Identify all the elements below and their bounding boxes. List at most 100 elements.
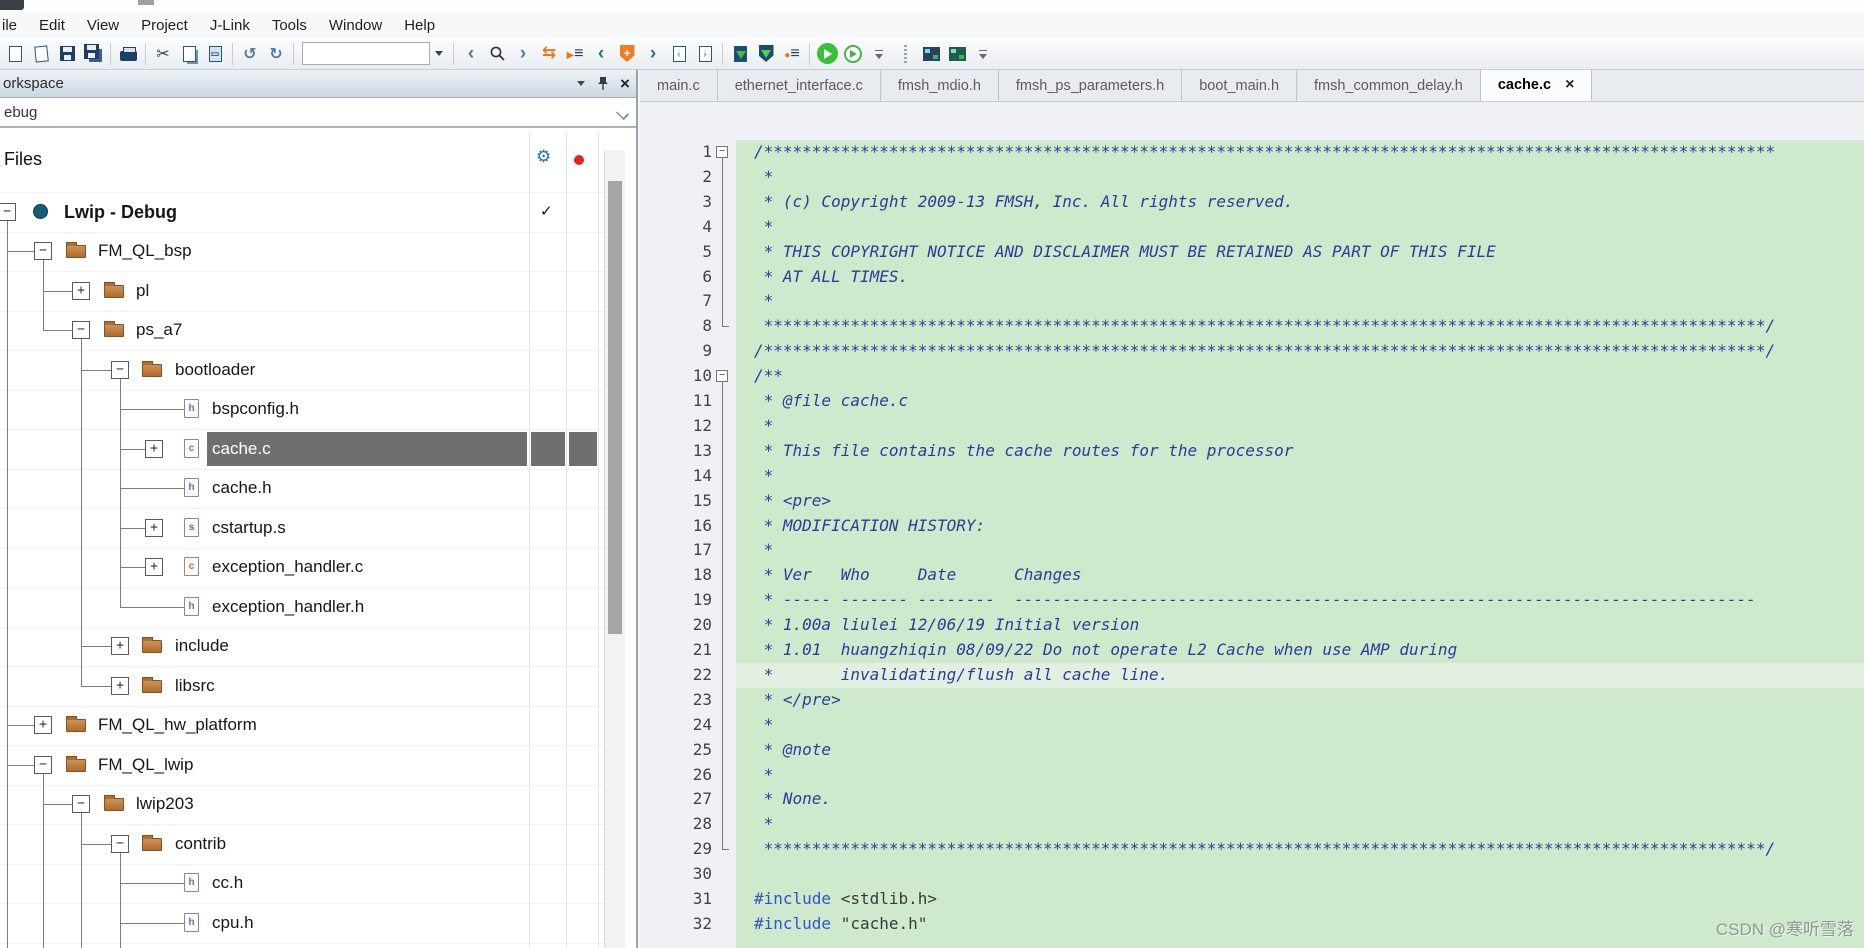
tree-item-libsrc[interactable]: libsrc: [175, 675, 215, 697]
expand-toggle[interactable]: +: [145, 439, 163, 458]
save-all-icon[interactable]: [80, 40, 106, 67]
make-list-icon[interactable]: ●≡: [779, 40, 805, 67]
toolbar-overflow-icon[interactable]: [866, 40, 892, 67]
tree-item-include[interactable]: include: [175, 635, 229, 657]
download-and-debug-icon[interactable]: [814, 40, 840, 67]
config-dropdown[interactable]: ebug: [0, 99, 636, 128]
download-file-icon[interactable]: [727, 40, 753, 67]
tab-fmsh-ps-parameters-h[interactable]: fmsh_ps_parameters.h: [999, 70, 1183, 101]
board-make-icon[interactable]: [918, 40, 944, 67]
pin-icon[interactable]: [592, 74, 614, 94]
tree-item-exception-handler-h[interactable]: exception_handler.h: [212, 596, 364, 618]
fold-collapse-icon[interactable]: −: [716, 146, 728, 158]
tree-guide-line: [120, 448, 145, 450]
workspace-dropdown-icon[interactable]: [570, 74, 592, 94]
next-bookmark-icon[interactable]: ›: [640, 40, 666, 67]
collapse-toggle[interactable]: −: [111, 360, 129, 379]
search-forward-icon[interactable]: ›: [510, 40, 536, 67]
expand-toggle[interactable]: +: [34, 716, 52, 735]
download-flash-icon[interactable]: [753, 40, 779, 67]
print-icon[interactable]: [115, 40, 141, 67]
toolbar-search-input[interactable]: [302, 42, 430, 65]
tree-item-bootloader[interactable]: bootloader: [175, 359, 255, 381]
tree-item-lwip203[interactable]: lwip203: [136, 793, 194, 815]
menu-item-window[interactable]: Window: [318, 14, 393, 37]
menu-item-help[interactable]: Help: [393, 14, 446, 37]
tree-guide-line: [120, 378, 121, 607]
collapse-toggle[interactable]: −: [34, 755, 52, 774]
collapse-toggle[interactable]: −: [0, 202, 16, 221]
tree-item-exception-handler-c[interactable]: exception_handler.c: [212, 556, 363, 578]
expand-toggle[interactable]: +: [145, 518, 163, 537]
tab-close-icon[interactable]: ×: [1565, 77, 1574, 93]
tree-item-cstartup-s[interactable]: cstartup.s: [212, 517, 286, 539]
new-file-icon[interactable]: [2, 40, 28, 67]
tab-fmsh-mdio-h[interactable]: fmsh_mdio.h: [881, 70, 999, 101]
copy-icon[interactable]: [176, 40, 202, 67]
search-icon[interactable]: [484, 40, 510, 67]
tree-item-pl[interactable]: pl: [136, 280, 149, 302]
menu-item-ile[interactable]: ile: [0, 14, 28, 37]
open-file-icon[interactable]: [28, 40, 54, 67]
menu-item-view[interactable]: View: [76, 14, 130, 37]
redo-icon[interactable]: ↻: [263, 40, 289, 67]
tab-boot-main-h[interactable]: boot_main.h: [1182, 70, 1298, 101]
line-number: 8: [702, 316, 712, 336]
collapse-toggle[interactable]: −: [72, 321, 90, 340]
collapse-toggle[interactable]: −: [34, 242, 52, 261]
tree-item-lwip-debug[interactable]: Lwip - Debug: [64, 201, 177, 223]
undo-icon[interactable]: ↺: [237, 40, 263, 67]
board-rebuild-icon[interactable]: [944, 40, 970, 67]
cut-icon[interactable]: ✂: [150, 40, 176, 67]
expand-toggle[interactable]: +: [145, 558, 163, 577]
toolbar-overflow2-icon[interactable]: [970, 40, 996, 67]
prev-bookmark-icon[interactable]: ‹: [588, 40, 614, 67]
tree-item-cache-h[interactable]: cache.h: [212, 477, 272, 499]
tree-item-fm-ql-bsp[interactable]: FM_QL_bsp: [98, 240, 192, 262]
next-doc-icon[interactable]: ›: [692, 40, 718, 67]
tab-label: fmsh_common_delay.h: [1314, 77, 1463, 94]
search-back-icon[interactable]: ‹: [458, 40, 484, 67]
expand-toggle[interactable]: +: [111, 637, 129, 656]
file-icon-h: h: [184, 873, 199, 893]
toolbar-search-dropdown-icon[interactable]: [431, 42, 447, 65]
tree-scrollbar-thumb[interactable]: [608, 181, 622, 634]
debug-without-download-icon[interactable]: [840, 40, 866, 67]
menu-item-project[interactable]: Project: [130, 14, 199, 37]
close-panel-icon[interactable]: ×: [614, 74, 636, 94]
gear-icon[interactable]: ⚙: [536, 147, 551, 167]
tab-ethernet-interface-c[interactable]: ethernet_interface.c: [718, 70, 881, 101]
tree-item-cache-c[interactable]: cache.c: [212, 438, 271, 460]
swap-arrows-icon[interactable]: ⇆: [536, 40, 562, 67]
menu-item-j-link[interactable]: J-Link: [199, 14, 261, 37]
code-line: * THIS COPYRIGHT NOTICE AND DISCLAIMER M…: [754, 241, 1496, 261]
tree-item-ps-a7[interactable]: ps_a7: [136, 319, 182, 341]
tab-main-c[interactable]: main.c: [640, 70, 718, 101]
code-line: ****************************************…: [754, 316, 1776, 336]
tree-item-bspconfig-h[interactable]: bspconfig.h: [212, 398, 299, 420]
paste-icon[interactable]: ▭: [202, 40, 228, 67]
expand-toggle[interactable]: +: [72, 281, 90, 300]
file-icon-h: h: [184, 912, 199, 932]
tree-item-fm-ql-hw-platform[interactable]: FM_QL_hw_platform: [98, 714, 257, 736]
tree-item-contrib[interactable]: contrib: [175, 833, 226, 855]
tree-scrollbar[interactable]: [604, 150, 625, 948]
tab-cache-c[interactable]: cache.c ×: [1480, 70, 1593, 101]
bookmark-list-icon[interactable]: ▶≡: [562, 40, 588, 67]
prev-doc-icon[interactable]: ‹: [666, 40, 692, 67]
red-dot-icon: [574, 155, 584, 165]
tree-item-fm-ql-lwip[interactable]: FM_QL_lwip: [98, 754, 193, 776]
fold-collapse-icon[interactable]: −: [716, 370, 728, 383]
tree-item-cc-h[interactable]: cc.h: [212, 872, 243, 894]
collapse-toggle[interactable]: −: [72, 795, 90, 814]
menu-item-edit[interactable]: Edit: [28, 14, 76, 37]
tab-fmsh-common-delay-h[interactable]: fmsh_common_delay.h: [1297, 70, 1481, 101]
code-editor[interactable]: 1/**************************************…: [640, 102, 1864, 948]
save-icon[interactable]: [54, 40, 80, 67]
tree-item-cpu-h[interactable]: cpu.h: [212, 912, 254, 934]
collapse-toggle[interactable]: −: [111, 834, 129, 853]
menu-item-tools[interactable]: Tools: [261, 14, 318, 37]
toggle-bookmark-icon[interactable]: +: [614, 40, 640, 67]
expand-toggle[interactable]: +: [111, 676, 129, 695]
drag-handle-icon[interactable]: [892, 40, 918, 67]
